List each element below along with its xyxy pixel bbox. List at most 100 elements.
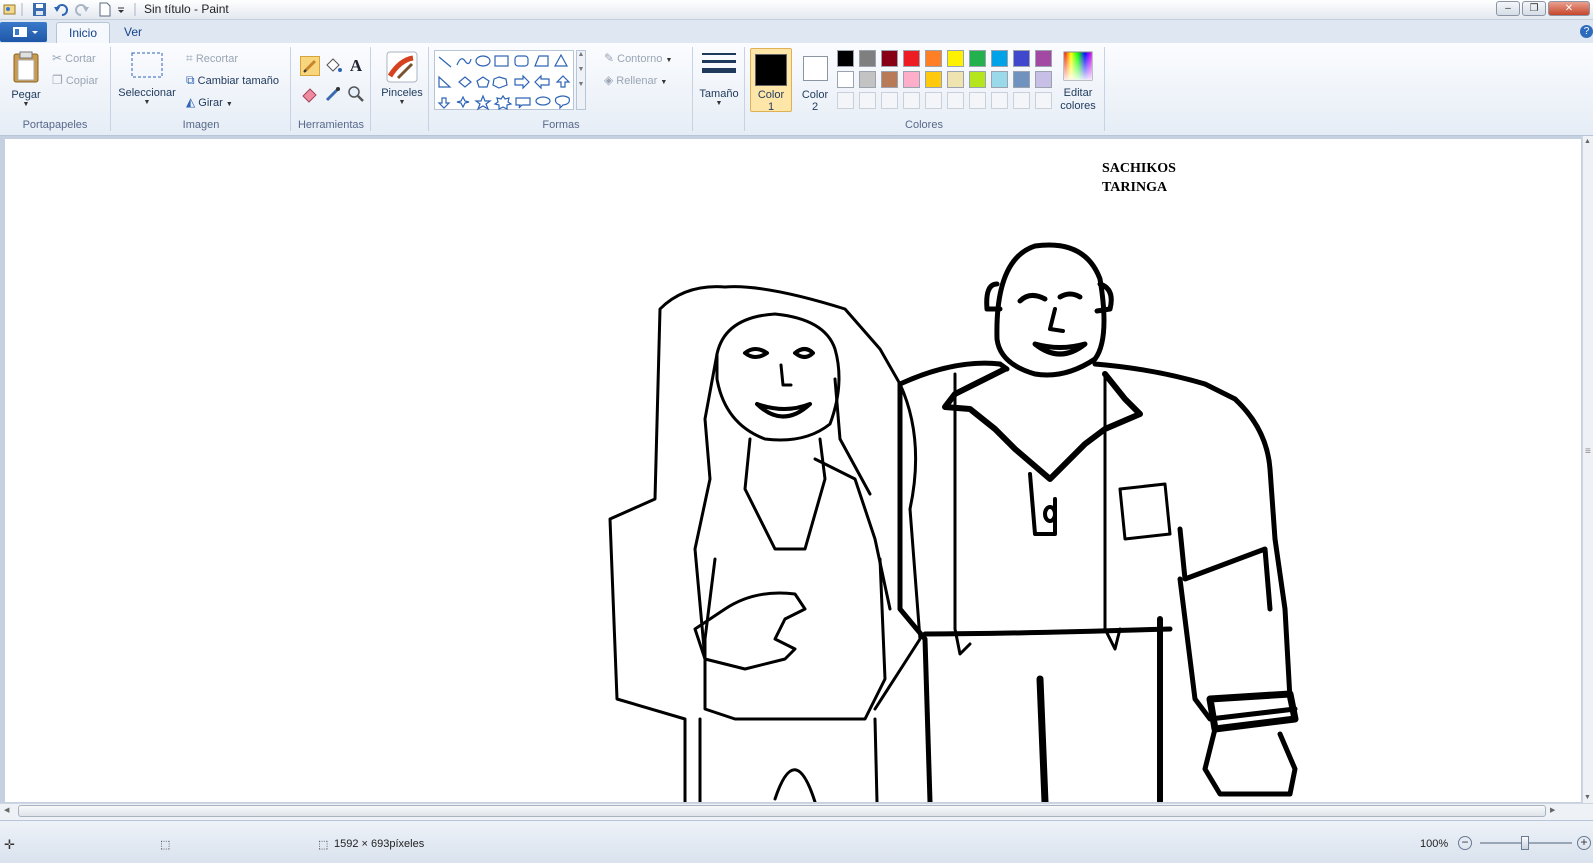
size-button[interactable]: Tamaño ▼: [698, 50, 740, 110]
selection-size-icon: ⬚: [160, 839, 171, 851]
customize-quick-access-icon[interactable]: [116, 2, 131, 17]
palette-swatch[interactable]: [903, 50, 920, 67]
redo-icon[interactable]: [75, 2, 90, 17]
man-nose: [1048, 307, 1065, 333]
eraser-icon: [302, 88, 317, 103]
cut-label: Cortar: [65, 53, 96, 65]
group-label-imagen: Imagen: [182, 119, 220, 131]
palette-swatch[interactable]: [1035, 50, 1052, 67]
palette-empty-slot[interactable]: [969, 92, 986, 109]
palette-empty-slot[interactable]: [837, 92, 854, 109]
vertical-scrollbar[interactable]: ▲ ≡ ▼: [1582, 136, 1593, 803]
palette-swatch[interactable]: [1013, 71, 1030, 88]
canvas-dimensions: 1592 × 693píxeles: [334, 838, 425, 850]
palette-empty-slot[interactable]: [925, 92, 942, 109]
crop-button[interactable]: ⌗ Recortar: [186, 51, 238, 66]
paste-button[interactable]: Pegar ▼: [8, 50, 44, 108]
zoom-slider-thumb[interactable]: [1521, 836, 1529, 850]
palette-empty-slot[interactable]: [881, 92, 898, 109]
group-label-colores: Colores: [905, 119, 943, 131]
horizontal-scroll-thumb[interactable]: [18, 805, 1546, 817]
select-dropdown-icon: ▼: [143, 99, 151, 106]
zoom-out-button[interactable]: −: [1458, 836, 1472, 850]
palette-swatch[interactable]: [881, 50, 898, 67]
scroll-down-icon[interactable]: ▼: [1584, 794, 1591, 801]
palette-empty-slot[interactable]: [947, 92, 964, 109]
brushes-button[interactable]: Pinceles ▼: [378, 50, 426, 110]
tab-inicio[interactable]: Inicio: [56, 22, 111, 44]
copy-button[interactable]: ❐ Copiar: [52, 73, 98, 87]
new-document-icon[interactable]: [97, 2, 112, 17]
palette-empty-slot[interactable]: [1013, 92, 1030, 109]
scroll-up-icon[interactable]: ▲: [1584, 138, 1591, 145]
undo-icon[interactable]: [53, 2, 68, 17]
woman-face: [715, 312, 841, 442]
woman-hair-inner-left: [693, 352, 719, 661]
color1-button[interactable]: Color 1: [750, 48, 792, 113]
palette-swatch[interactable]: [903, 71, 920, 88]
resize-button[interactable]: ⧉ Cambiar tamaño: [186, 73, 279, 88]
palette-swatch[interactable]: [991, 50, 1008, 67]
palette-swatch[interactable]: [947, 50, 964, 67]
palette-swatch[interactable]: [969, 50, 986, 67]
palette-empty-slot[interactable]: [991, 92, 1008, 109]
eraser-tool-button[interactable]: [300, 84, 320, 104]
fill-button[interactable]: ◈ Rellenar ▼: [604, 73, 667, 87]
color2-swatch: [802, 56, 828, 81]
close-button[interactable]: ✕: [1548, 1, 1590, 16]
brush-icon: [386, 51, 418, 83]
scroll-left-icon[interactable]: ◀: [4, 806, 9, 814]
rotate-button[interactable]: ◭ Girar ▼: [186, 95, 233, 109]
select-button[interactable]: Seleccionar ▼: [116, 50, 178, 110]
edit-colors-button[interactable]: Editar colores: [1056, 50, 1100, 114]
palette-swatch[interactable]: [925, 50, 942, 67]
drawing-canvas[interactable]: SACHIKOS TARINGA: [5, 139, 1581, 802]
zoom-in-button[interactable]: +: [1577, 836, 1591, 850]
maximize-button[interactable]: ❐: [1522, 1, 1546, 16]
magnifier-tool-button[interactable]: [346, 84, 366, 104]
outline-button[interactable]: ✎ Contorno ▼: [604, 51, 672, 65]
palette-empty-slot[interactable]: [903, 92, 920, 109]
minimize-button[interactable]: –: [1496, 1, 1520, 16]
palette-swatch[interactable]: [837, 71, 854, 88]
pencil-icon: [303, 59, 317, 73]
paint-app-icon[interactable]: [2, 2, 17, 17]
save-icon[interactable]: [32, 2, 47, 17]
palette-swatch[interactable]: [991, 71, 1008, 88]
group-separator: [744, 47, 745, 131]
shapes-scroll[interactable]: ▲ ▼ ▼: [576, 50, 586, 110]
palette-swatch[interactable]: [837, 50, 854, 67]
fill-tool-button[interactable]: [323, 56, 343, 76]
cut-button[interactable]: ✂ Cortar: [52, 51, 96, 65]
palette-swatch[interactable]: [947, 71, 964, 88]
size-dropdown-icon: ▼: [715, 100, 723, 107]
shapes-gallery[interactable]: [434, 50, 574, 111]
help-icon[interactable]: ?: [1580, 25, 1593, 38]
woman-hair-strand: [813, 457, 892, 611]
status-bar: [0, 820, 1593, 863]
outline-dropdown-icon: ▼: [665, 57, 673, 64]
palette-swatch[interactable]: [859, 71, 876, 88]
pencil-tool-button[interactable]: [300, 56, 320, 76]
paste-dropdown-icon: ▼: [22, 101, 30, 108]
man-shirt-center: [1028, 472, 1057, 536]
palette-empty-slot[interactable]: [1035, 92, 1052, 109]
paint-menu-button[interactable]: [0, 22, 47, 42]
eyedropper-icon: [325, 87, 340, 102]
vertical-resize-handle-icon[interactable]: ≡: [1585, 446, 1591, 457]
color2-button[interactable]: Color 2: [794, 48, 836, 113]
title-bar: [0, 0, 1593, 20]
outline-label: Contorno: [617, 53, 663, 65]
palette-swatch[interactable]: [881, 71, 898, 88]
palette-swatch[interactable]: [1035, 71, 1052, 88]
palette-swatch[interactable]: [925, 71, 942, 88]
palette-swatch[interactable]: [1013, 50, 1030, 67]
drawing-strokes: [608, 242, 1299, 802]
color-picker-tool-button[interactable]: [323, 84, 343, 104]
palette-swatch[interactable]: [859, 50, 876, 67]
text-tool-icon[interactable]: A: [346, 56, 366, 76]
palette-empty-slot[interactable]: [859, 92, 876, 109]
palette-swatch[interactable]: [969, 71, 986, 88]
scroll-right-icon[interactable]: ▶: [1550, 806, 1555, 814]
tab-ver[interactable]: Ver: [112, 22, 154, 43]
